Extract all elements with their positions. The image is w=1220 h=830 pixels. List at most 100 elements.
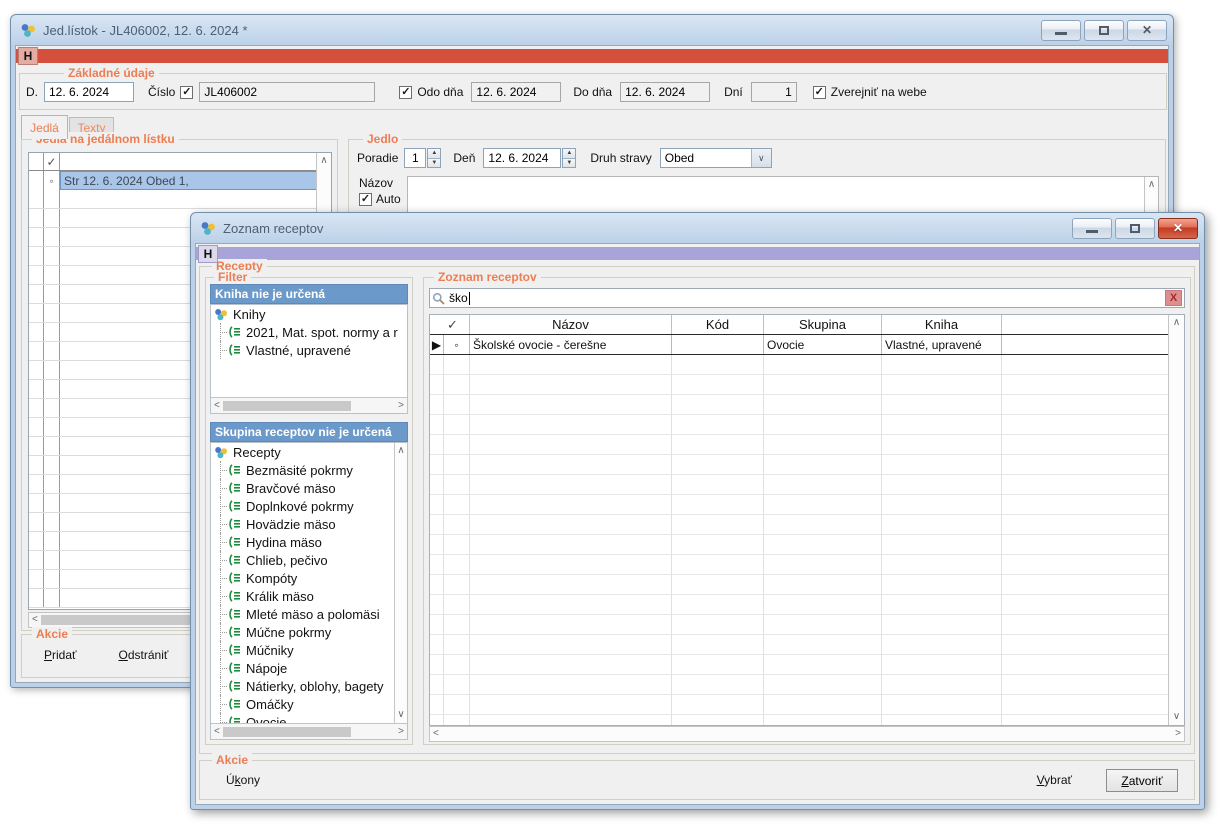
tree-item[interactable]: Hydina mäso: [211, 533, 393, 551]
scroll-down-icon[interactable]: ∨: [1169, 712, 1184, 722]
do-dna-field[interactable]: 12. 6. 2024: [620, 82, 710, 102]
tree-connector: [215, 623, 228, 641]
tree-item[interactable]: Bezmäsité pokrmy: [211, 461, 393, 479]
cislo-label: Číslo: [148, 85, 175, 99]
cislo-checkbox[interactable]: ✓: [180, 86, 193, 99]
minimize-button[interactable]: [1072, 218, 1112, 239]
tree-item[interactable]: Múčniky: [211, 641, 393, 659]
cell-nazov: [470, 495, 672, 514]
recipes-hscrollbar[interactable]: < >: [429, 726, 1185, 742]
h-menu-button[interactable]: H: [198, 245, 218, 263]
recepty-tree-vscrollbar[interactable]: ∧ ∨: [394, 443, 407, 723]
scroll-up-icon[interactable]: ∧: [395, 446, 407, 456]
table-row[interactable]: ▶◦Školské ovocie - čerešneOvocieVlastné,…: [430, 335, 1168, 355]
odo-dna-label: Odo dňa: [417, 85, 463, 99]
group-label: Filter: [214, 270, 251, 284]
den-field[interactable]: 12. 6. 2024: [483, 148, 561, 168]
pridat-button[interactable]: Pridať: [44, 648, 77, 662]
scroll-right-icon[interactable]: >: [398, 727, 404, 737]
odo-dna-checkbox[interactable]: ✓: [399, 86, 412, 99]
poradie-field[interactable]: 1: [404, 148, 426, 168]
table-row-empty: [430, 615, 1168, 635]
check-column-header[interactable]: ✓: [444, 315, 470, 334]
tree-root-recepty[interactable]: Recepty: [211, 443, 407, 461]
tree-item[interactable]: Múčne pokrmy: [211, 623, 393, 641]
minimize-button[interactable]: [1041, 20, 1081, 41]
close-button[interactable]: ✕: [1127, 20, 1167, 41]
scroll-right-icon[interactable]: >: [398, 401, 404, 411]
titlebar[interactable]: Zoznam receptov ✕: [191, 213, 1204, 243]
scroll-up-icon[interactable]: ∧: [1145, 180, 1158, 190]
tree-item[interactable]: Vlastné, upravené: [211, 341, 407, 359]
maximize-button[interactable]: [1084, 20, 1124, 41]
vybrat-button[interactable]: Vybrať: [1037, 773, 1072, 787]
cell-kniha: Vlastné, upravené: [882, 335, 1002, 354]
maximize-button[interactable]: [1115, 218, 1155, 239]
odstranit-button[interactable]: Odstrániť: [119, 648, 169, 662]
zverejnit-checkbox[interactable]: ✓: [813, 86, 826, 99]
tree-item[interactable]: Omáčky: [211, 695, 393, 713]
h-menu-button[interactable]: H: [18, 47, 38, 65]
scroll-left-icon[interactable]: <: [214, 401, 220, 411]
tree-item[interactable]: Nátierky, oblohy, bagety: [211, 677, 393, 695]
date-field[interactable]: 12. 6. 2024: [44, 82, 134, 102]
cislo-field[interactable]: JL406002: [199, 82, 375, 102]
cell-kod: [672, 435, 764, 454]
zatvorit-button[interactable]: Zatvoriť: [1106, 769, 1178, 792]
tree-item[interactable]: Doplnkové pokrmy: [211, 497, 393, 515]
den-spinner[interactable]: ▲▼: [562, 148, 576, 168]
recepty-tree-hscrollbar[interactable]: < >: [211, 723, 407, 739]
table-row-empty: [430, 435, 1168, 455]
scroll-left-icon[interactable]: <: [214, 727, 220, 737]
tree-item[interactable]: Bravčové mäso: [211, 479, 393, 497]
current-row-icon: [430, 395, 444, 414]
table-row-empty: [430, 555, 1168, 575]
table-row-empty: [430, 535, 1168, 555]
column-header-kod[interactable]: Kód: [672, 315, 764, 334]
ukony-button[interactable]: Úkony: [226, 773, 260, 787]
column-header-kniha[interactable]: Kniha: [882, 315, 1002, 334]
tree-root-knihy[interactable]: Knihy: [211, 305, 407, 323]
tree-item[interactable]: Nápoje: [211, 659, 393, 677]
table-row-selected[interactable]: ◦ Str 12. 6. 2024 Obed 1,: [29, 171, 331, 190]
odo-dna-field[interactable]: 12. 6. 2024: [471, 82, 561, 102]
cell-skupina: [764, 535, 882, 554]
column-header-skupina[interactable]: Skupina: [764, 315, 882, 334]
cell-nazov: [470, 555, 672, 574]
meals-table-header: ✓: [29, 153, 331, 171]
tree-item[interactable]: Chlieb, pečivo: [211, 551, 393, 569]
tree-item[interactable]: Mleté mäso a polomäsi: [211, 605, 393, 623]
cell-kniha: [882, 395, 1002, 414]
search-input[interactable]: ško X: [429, 288, 1185, 308]
druh-stravy-select[interactable]: Obed ∨: [660, 148, 772, 168]
tree-item[interactable]: Hovädzie mäso: [211, 515, 393, 533]
dni-field[interactable]: 1: [751, 82, 797, 102]
tree-item[interactable]: Kompóty: [211, 569, 393, 587]
tree-connector: [215, 461, 228, 479]
scroll-thumb[interactable]: [223, 727, 351, 737]
column-header-nazov[interactable]: Názov: [470, 315, 672, 334]
scroll-right-icon[interactable]: >: [1175, 729, 1181, 739]
tree-item[interactable]: 2021, Mat. spot. normy a r: [211, 323, 407, 341]
scroll-down-icon[interactable]: ∨: [395, 710, 407, 720]
scroll-up-icon[interactable]: ∧: [1169, 318, 1184, 328]
tab-jedla[interactable]: Jedlá: [21, 115, 68, 139]
knihy-hscrollbar[interactable]: < >: [211, 397, 407, 413]
clear-search-button[interactable]: X: [1165, 290, 1182, 306]
check-column-header[interactable]: ✓: [44, 153, 60, 170]
group-zakladne-udaje: Základné údaje D. 12. 6. 2024 Číslo ✓ JL…: [19, 73, 1167, 110]
cell-nazov: [470, 355, 672, 374]
scroll-left-icon[interactable]: <: [32, 615, 38, 625]
tree-connector: [215, 641, 228, 659]
close-button[interactable]: ✕: [1158, 218, 1198, 239]
recipes-vscrollbar[interactable]: ∧ ∨: [1168, 315, 1184, 725]
group-label: Základné údaje: [64, 66, 159, 80]
scroll-thumb[interactable]: [223, 401, 351, 411]
tree-item[interactable]: Králik mäso: [211, 587, 393, 605]
poradie-spinner[interactable]: ▲▼: [427, 148, 441, 168]
auto-checkbox[interactable]: ✓: [359, 193, 372, 206]
scroll-left-icon[interactable]: <: [433, 729, 439, 739]
dropdown-arrow-icon[interactable]: ∨: [751, 149, 771, 167]
scroll-up-icon[interactable]: ∧: [317, 156, 331, 166]
titlebar[interactable]: Jed.lístok - JL406002, 12. 6. 2024 * ✕: [11, 15, 1173, 45]
